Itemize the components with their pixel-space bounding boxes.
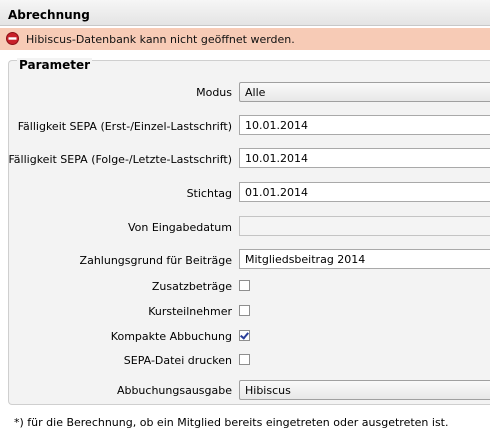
window-title: Abrechnung — [8, 8, 90, 22]
footnote: *) für die Berechnung, ob ein Mitglied b… — [14, 416, 449, 429]
error-message: Hibiscus-Datenbank kann nicht geöffnet w… — [26, 33, 295, 46]
sepa-datei-drucken-label: SEPA-Datei drucken — [123, 354, 232, 367]
kursteilnehmer-label: Kursteilnehmer — [148, 305, 232, 318]
kompakte-abbuchung-checkbox[interactable] — [239, 330, 250, 341]
kursteilnehmer-checkbox[interactable] — [239, 305, 250, 316]
von-eingabedatum-label: Von Eingabedatum — [127, 221, 232, 234]
window-title-bar: Abrechnung — [0, 0, 490, 26]
zahlungsgrund-label: Zahlungsgrund für Beiträge — [79, 254, 232, 267]
stichtag-input[interactable]: 01.01.2014 — [239, 182, 490, 202]
faelligkeit-erst-label: Fälligkeit SEPA (Erst-/Einzel-Lastschrif… — [17, 120, 232, 133]
stichtag-label: Stichtag — [186, 187, 232, 200]
faelligkeit-erst-input[interactable]: 10.01.2014 — [239, 115, 490, 135]
modus-label: Modus — [196, 86, 232, 99]
zahlungsgrund-input[interactable]: Mitgliedsbeitrag 2014 — [239, 249, 490, 269]
error-banner: Hibiscus-Datenbank kann nicht geöffnet w… — [0, 28, 490, 50]
sepa-datei-drucken-checkbox[interactable] — [239, 354, 250, 365]
faelligkeit-folge-label: Fälligkeit SEPA (Folge-/Letzte-Lastschri… — [8, 153, 232, 166]
abbuchungsausgabe-select[interactable]: Hibiscus — [239, 380, 490, 400]
modus-select[interactable]: Alle — [239, 82, 490, 102]
abbuchungsausgabe-label: Abbuchungsausgabe — [116, 384, 232, 397]
error-stop-icon — [6, 32, 19, 45]
zusatzbetraege-checkbox[interactable] — [239, 280, 250, 291]
von-eingabedatum-input[interactable] — [239, 216, 490, 236]
parameter-group-title: Parameter — [17, 58, 93, 72]
kompakte-abbuchung-label: Kompakte Abbuchung — [110, 330, 232, 343]
zusatzbetraege-label: Zusatzbeträge — [151, 280, 232, 293]
faelligkeit-folge-input[interactable]: 10.01.2014 — [239, 148, 490, 168]
